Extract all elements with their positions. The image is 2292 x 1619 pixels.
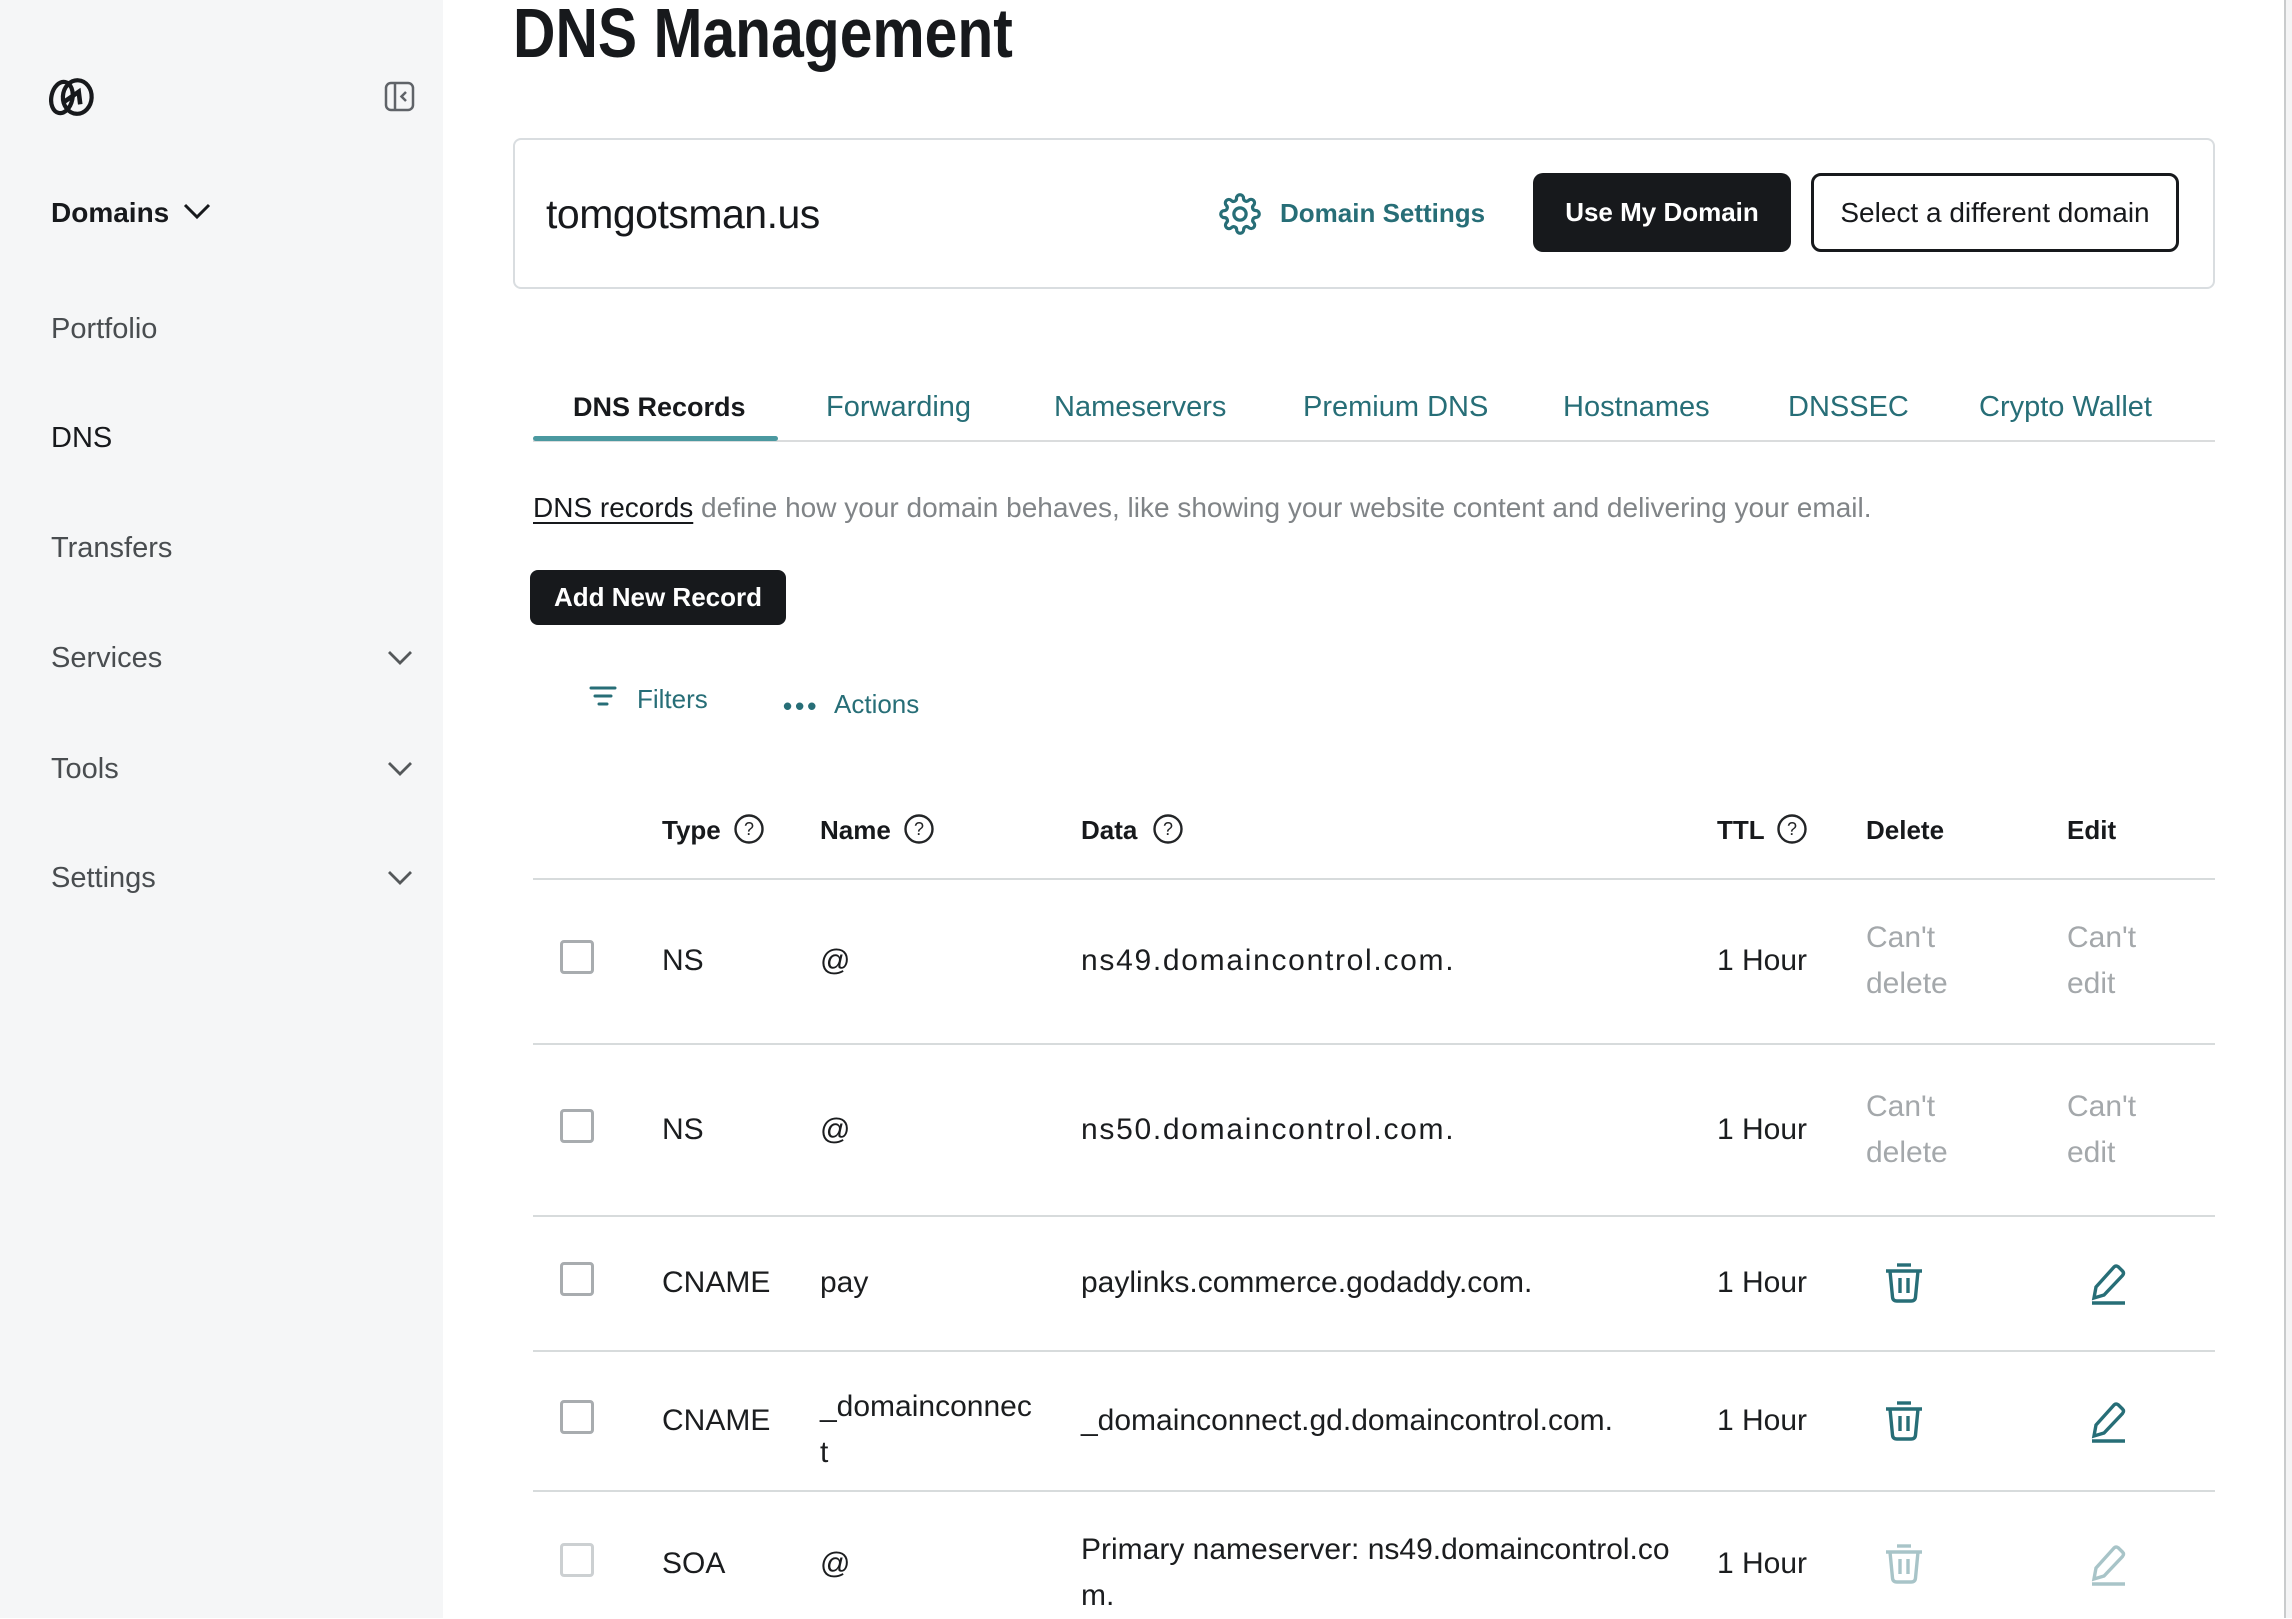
svg-text:?: ? <box>744 819 754 839</box>
svg-text:?: ? <box>1787 819 1797 839</box>
svg-text:?: ? <box>1163 819 1173 839</box>
svg-text:?: ? <box>914 819 924 839</box>
